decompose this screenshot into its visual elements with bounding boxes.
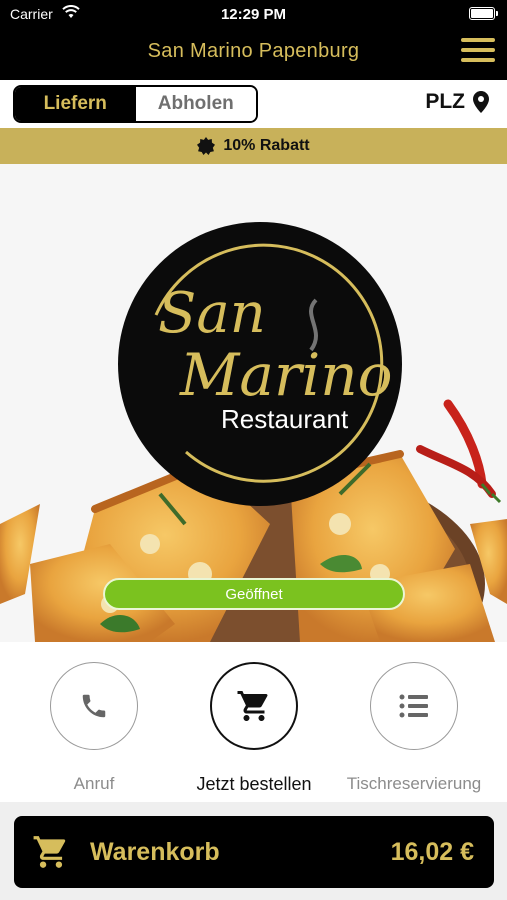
order-now-label: Jetzt bestellen [196, 774, 312, 794]
location-pin-icon [473, 91, 489, 113]
cart-total: 16,02 € [390, 837, 474, 866]
status-bar: Carrier 12:29 PM [0, 0, 507, 28]
discount-banner: 10% Rabatt [0, 128, 507, 164]
call-label: Anruf [73, 774, 115, 793]
pickup-tab[interactable]: Abholen [135, 87, 256, 121]
action-row: Anruf Jetzt bestellen Tischreservierung [0, 642, 507, 802]
logo-line-marino: Marino [179, 341, 393, 409]
battery-icon [469, 7, 498, 20]
cart-label: Warenkorb [90, 837, 220, 866]
call-button[interactable] [50, 662, 138, 750]
order-mode-toggle: Liefern Abholen [13, 85, 258, 123]
cart-footer: Warenkorb 16,02 € [0, 802, 507, 900]
open-status-button[interactable]: Geöffnet [103, 578, 405, 610]
deliver-tab[interactable]: Liefern [15, 87, 136, 121]
cart-icon [237, 691, 268, 721]
restaurant-logo: San Marino Restaurant [118, 222, 402, 506]
hamburger-menu-icon[interactable] [461, 38, 495, 64]
order-now-button[interactable] [210, 662, 298, 750]
table-reservation-action[interactable]: Tischreservierung [324, 662, 504, 794]
clock: 12:29 PM [220, 6, 287, 23]
cart-icon [33, 836, 66, 868]
logo-line-restaurant: Restaurant [221, 404, 349, 434]
cart-button[interactable]: Warenkorb 16,02 € [14, 816, 494, 888]
badge-icon [197, 137, 216, 155]
plz-selector[interactable]: PLZ [425, 90, 489, 114]
page-title: San Marino Papenburg [147, 40, 360, 62]
logo-line-san: San [158, 281, 266, 346]
order-now-action[interactable]: Jetzt bestellen [164, 662, 344, 795]
table-reservation-button[interactable] [370, 662, 458, 750]
discount-text: 10% Rabatt [223, 137, 310, 154]
plz-label: PLZ [425, 90, 465, 113]
order-mode-bar: Liefern Abholen PLZ [0, 80, 507, 128]
call-action[interactable]: Anruf [4, 662, 184, 794]
phone-icon [82, 694, 106, 718]
app-header: Carrier 12:29 PM San Marino Papenburg [0, 0, 507, 80]
list-icon [399, 694, 428, 718]
table-reservation-label: Tischreservierung [346, 774, 482, 793]
